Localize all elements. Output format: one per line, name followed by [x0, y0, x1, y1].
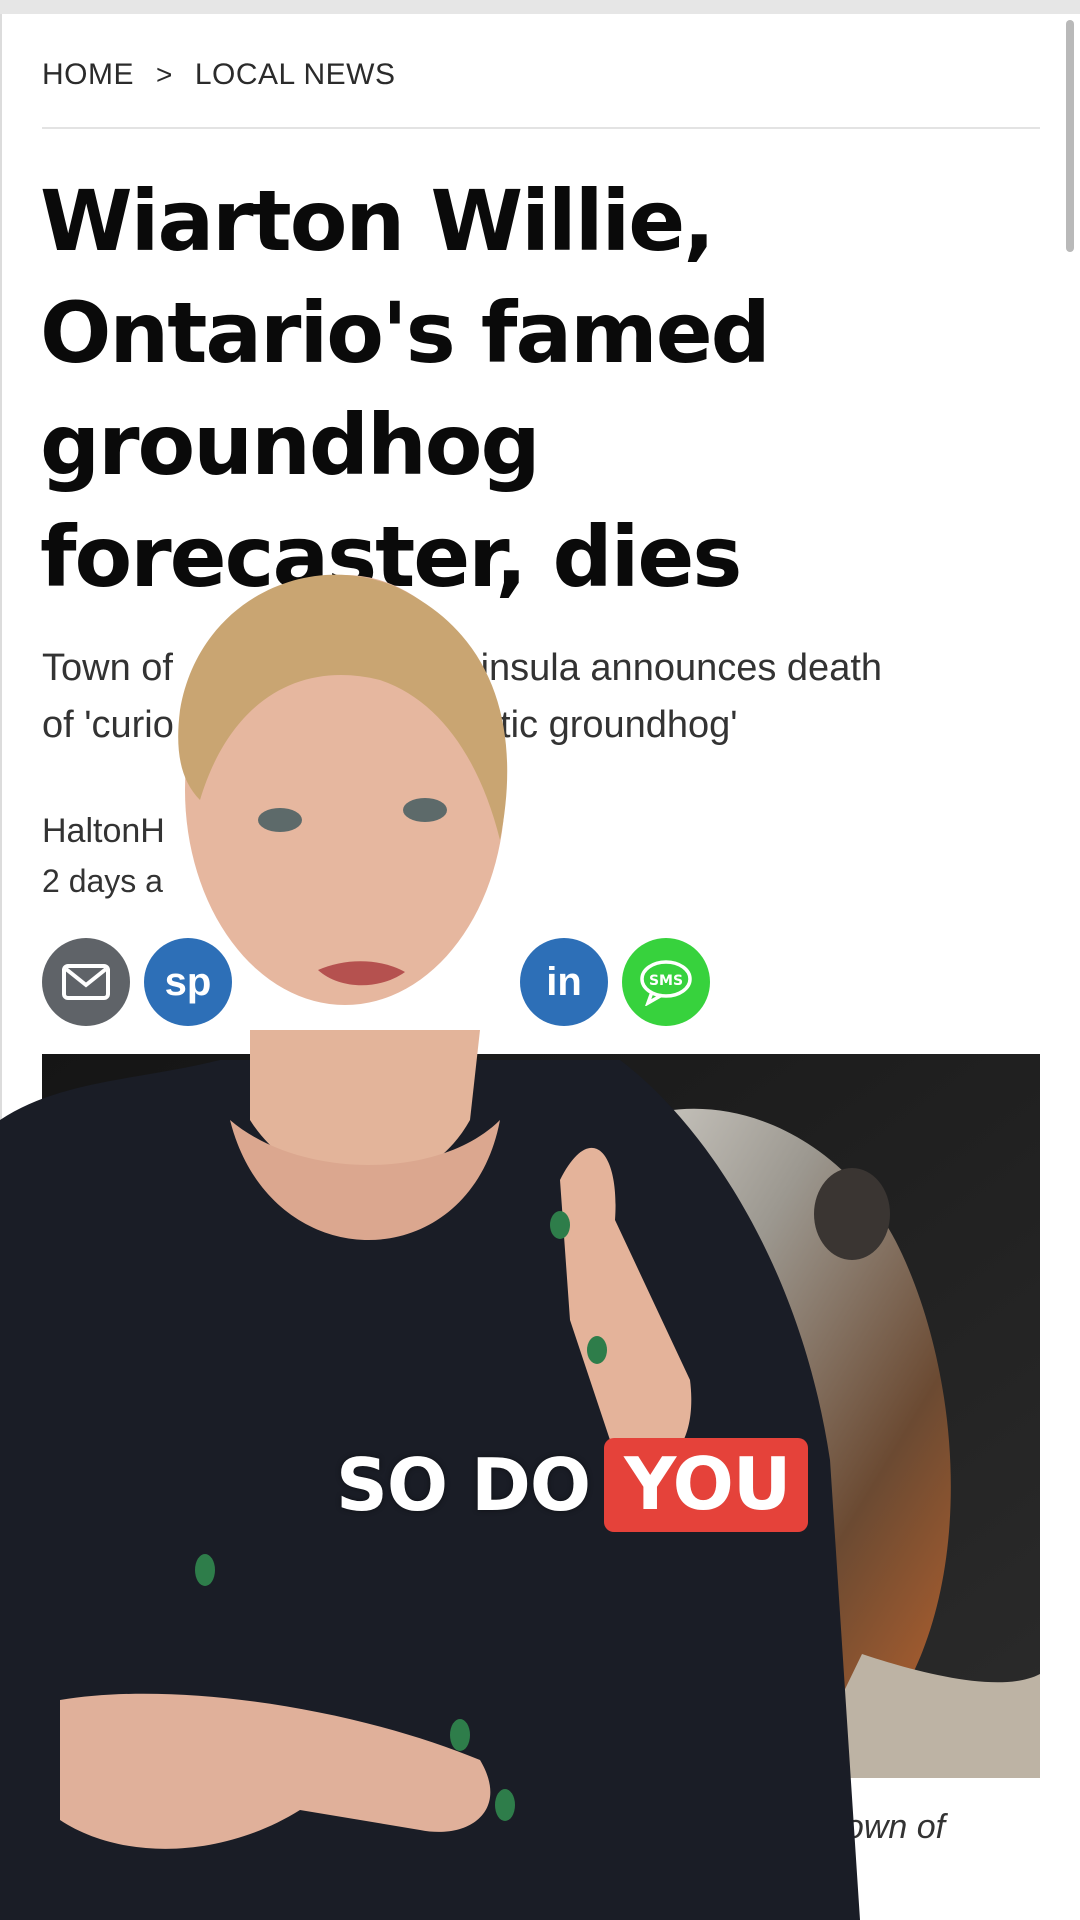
- presenter-cutout: [0, 574, 860, 1920]
- article-headline: Wiarton Willie, Ontario's famed groundho…: [40, 172, 771, 606]
- breadcrumb-divider: [42, 127, 1040, 129]
- caption-plain-text: SO DO: [336, 1443, 591, 1527]
- breadcrumb-section-link[interactable]: LOCAL NEWS: [195, 58, 396, 92]
- breadcrumb-home-link[interactable]: HOME: [42, 58, 134, 92]
- caption-highlight-text: YOU: [604, 1438, 809, 1532]
- page-scrollbar[interactable]: [1066, 20, 1074, 252]
- status-strip: [0, 0, 1080, 14]
- breadcrumb: HOME > LOCAL NEWS: [42, 58, 395, 92]
- video-caption-overlay: SO DO YOU: [336, 1438, 809, 1532]
- breadcrumb-separator: >: [156, 59, 173, 90]
